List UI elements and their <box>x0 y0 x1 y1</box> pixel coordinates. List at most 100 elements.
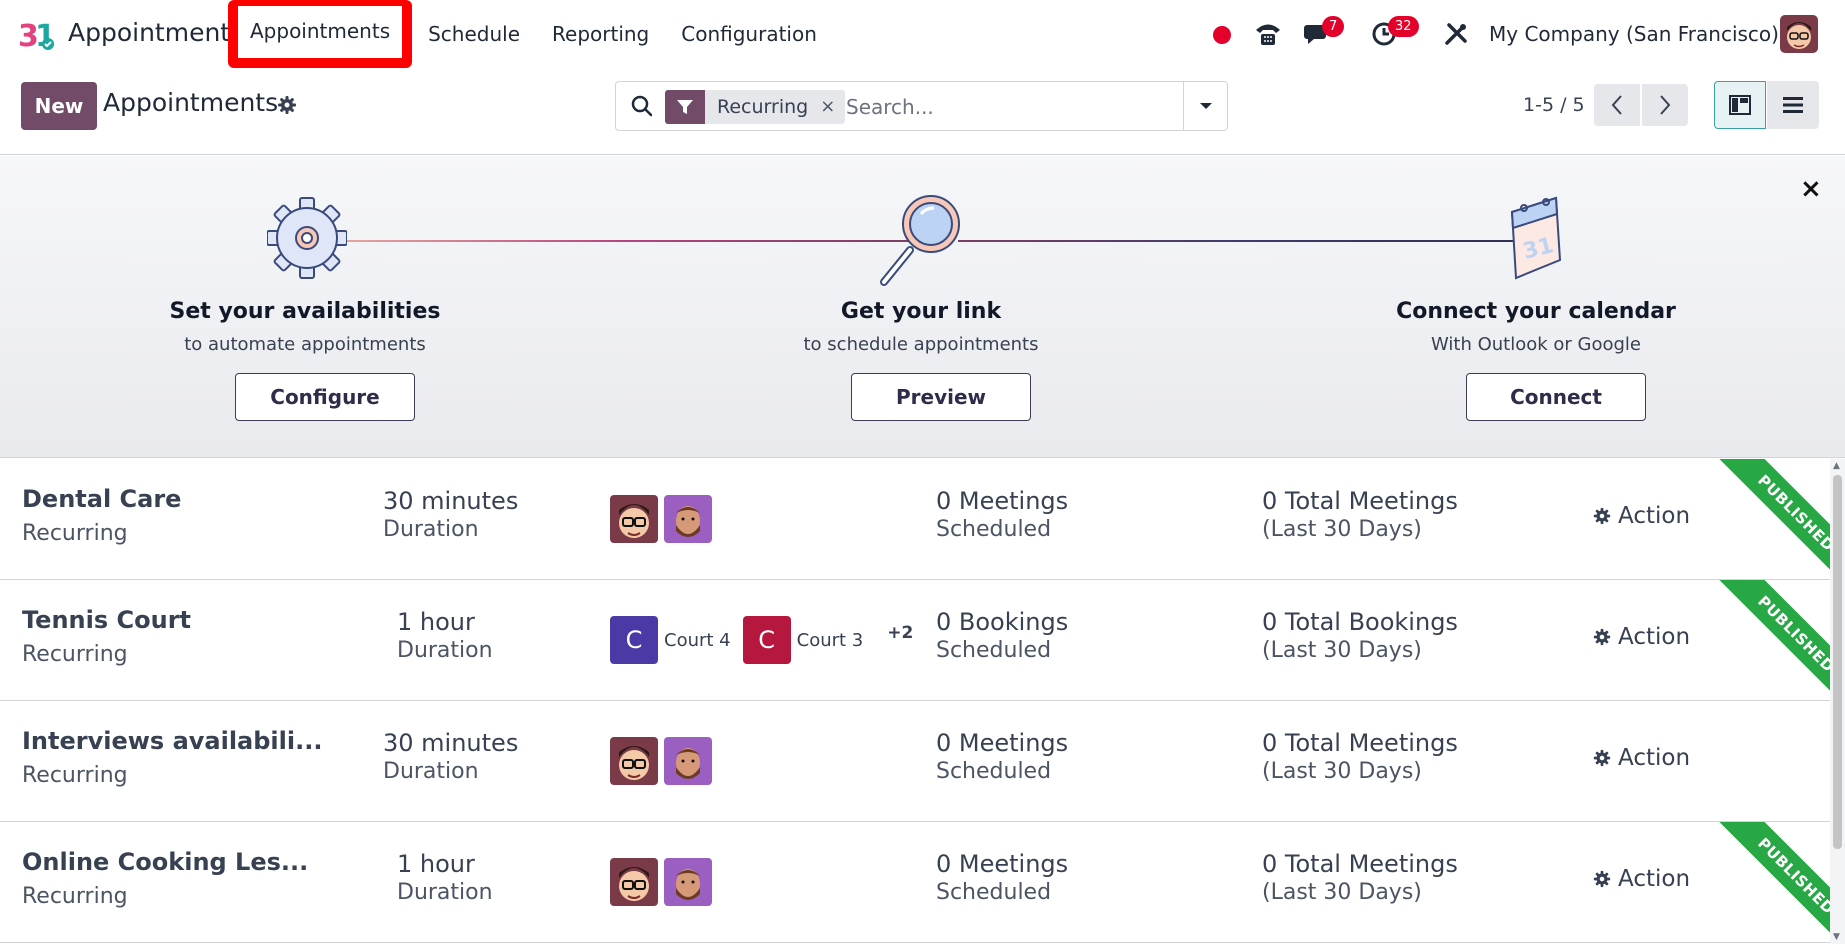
list-item[interactable]: Interviews availabili... Recurring 30 mi… <box>0 701 1830 822</box>
filter-facet: Recurring × <box>665 90 846 124</box>
appointment-type: Recurring <box>22 642 128 667</box>
total-meetings[interactable]: 0 Total Meetings <box>1262 850 1458 878</box>
staff-avatars <box>610 495 712 543</box>
duration-value: 30 minutes <box>383 487 519 515</box>
more-resources-count[interactable]: +2 <box>887 623 913 643</box>
search-icon[interactable] <box>630 94 654 118</box>
appointment-name[interactable]: Interviews availabili... <box>22 727 322 755</box>
total-meetings[interactable]: 0 Total Meetings <box>1262 487 1458 515</box>
chevron-right-icon <box>1660 95 1671 115</box>
configure-button[interactable]: Configure <box>235 373 415 421</box>
step-title: Set your availabilities <box>169 299 441 324</box>
progress-line <box>340 240 910 242</box>
phone-icon[interactable] <box>1253 20 1283 48</box>
list-scrollbar[interactable]: ▲ ▼ <box>1830 459 1845 944</box>
appointment-name[interactable]: Dental Care <box>22 485 181 513</box>
menu-appointments[interactable]: Appointments <box>228 0 413 68</box>
close-icon[interactable]: × <box>1800 174 1822 204</box>
duration-value: 30 minutes <box>383 729 519 757</box>
pager-next-button[interactable] <box>1642 84 1688 126</box>
action-button[interactable]: Action <box>1592 624 1690 650</box>
ribbon-label: PUBLISHED <box>1713 822 1830 942</box>
ribbon-label: PUBLISHED <box>1713 580 1830 700</box>
total-meetings-label: (Last 30 Days) <box>1262 759 1422 784</box>
duration-value: 1 hour <box>397 850 475 878</box>
app-logo-icon[interactable]: 3 1 <box>18 16 58 52</box>
total-meetings[interactable]: 0 Total Meetings <box>1262 729 1458 757</box>
menu-reporting[interactable]: Reporting <box>536 0 665 68</box>
list-item[interactable]: Tennis Court Recurring 1 hour Duration C… <box>0 580 1830 701</box>
search-options-toggle[interactable] <box>1183 82 1227 130</box>
duration-value: 1 hour <box>397 608 475 636</box>
total-meetings-label: (Last 30 Days) <box>1262 880 1422 905</box>
preview-button[interactable]: Preview <box>851 373 1031 421</box>
meetings-count-label: Scheduled <box>936 517 1052 542</box>
meetings-count[interactable]: 0 Meetings <box>936 487 1068 515</box>
chevron-left-icon <box>1611 95 1622 115</box>
scroll-down-arrow[interactable]: ▼ <box>1833 932 1840 942</box>
step-title: Get your link <box>840 299 1002 324</box>
avatar[interactable] <box>664 737 712 785</box>
page-title: Appointments <box>103 88 279 117</box>
messages-badge: 7 <box>1322 16 1345 37</box>
action-button[interactable]: Action <box>1592 503 1690 529</box>
gear-icon[interactable] <box>276 94 298 116</box>
tools-icon[interactable] <box>1441 20 1471 48</box>
action-label: Action <box>1618 503 1691 529</box>
action-label: Action <box>1618 866 1691 892</box>
resource-avatar[interactable]: C <box>610 616 658 664</box>
bookings-count[interactable]: 0 Bookings <box>936 608 1068 636</box>
gear-icon <box>1593 749 1611 767</box>
staff-avatars <box>610 858 712 906</box>
appointment-name[interactable]: Online Cooking Les... <box>22 848 308 876</box>
pager-previous-button[interactable] <box>1594 84 1640 126</box>
connect-button[interactable]: Connect <box>1466 373 1646 421</box>
gear-illustration-icon <box>267 197 347 279</box>
gear-icon <box>1593 507 1611 525</box>
avatar[interactable] <box>610 737 658 785</box>
resource-avatars: C Court 4 C Court 3 +2 <box>610 616 913 664</box>
scroll-up-arrow[interactable]: ▲ <box>1833 461 1840 471</box>
remove-facet-button[interactable]: × <box>816 90 845 124</box>
user-avatar[interactable] <box>1780 15 1818 53</box>
company-switcher[interactable]: My Company (San Francisco) <box>1489 22 1779 46</box>
kanban-view-button[interactable] <box>1714 81 1766 129</box>
avatar[interactable] <box>664 495 712 543</box>
avatar[interactable] <box>610 495 658 543</box>
published-ribbon: PUBLISHED <box>1704 459 1830 579</box>
avatar[interactable] <box>664 858 712 906</box>
duration-label: Duration <box>397 880 493 905</box>
scroll-thumb[interactable] <box>1833 475 1842 849</box>
action-button[interactable]: Action <box>1592 745 1690 771</box>
facet-label: Recurring <box>717 96 809 118</box>
avatar[interactable] <box>610 858 658 906</box>
appointment-name[interactable]: Tennis Court <box>22 606 191 634</box>
list-view-icon <box>1783 97 1803 113</box>
list-view-button[interactable] <box>1767 81 1819 129</box>
menu-configuration[interactable]: Configuration <box>665 0 833 68</box>
step-subtitle: to automate appointments <box>184 334 426 355</box>
app-name[interactable]: Appointments <box>68 18 243 47</box>
duration-label: Duration <box>383 517 479 542</box>
search-input[interactable] <box>846 92 1166 122</box>
meetings-count[interactable]: 0 Meetings <box>936 729 1068 757</box>
pager-value[interactable]: 1-5 / 5 <box>1523 94 1585 116</box>
step-subtitle: With Outlook or Google <box>1430 334 1641 355</box>
onboarding-banner: × Set your availabilities to automate ap… <box>0 156 1845 458</box>
total-bookings[interactable]: 0 Total Bookings <box>1262 608 1458 636</box>
main-menu: Appointments Schedule Reporting Configur… <box>228 0 833 68</box>
magnifier-illustration-icon <box>880 195 960 286</box>
meetings-count[interactable]: 0 Meetings <box>936 850 1068 878</box>
total-meetings-label: (Last 30 Days) <box>1262 517 1422 542</box>
new-button[interactable]: New <box>21 82 97 130</box>
published-ribbon: PUBLISHED <box>1704 580 1830 700</box>
gear-icon <box>1593 870 1611 888</box>
resource-avatar[interactable]: C <box>742 616 791 664</box>
status-dot-icon[interactable] <box>1213 26 1231 44</box>
list-item[interactable]: Online Cooking Les... Recurring 1 hour D… <box>0 822 1830 943</box>
list-item[interactable]: Dental Care Recurring 30 minutes Duratio… <box>0 459 1830 580</box>
menu-schedule[interactable]: Schedule <box>412 0 536 68</box>
meetings-count-label: Scheduled <box>936 759 1052 784</box>
resource-label: Court 3 <box>796 629 864 651</box>
action-button[interactable]: Action <box>1592 866 1690 892</box>
